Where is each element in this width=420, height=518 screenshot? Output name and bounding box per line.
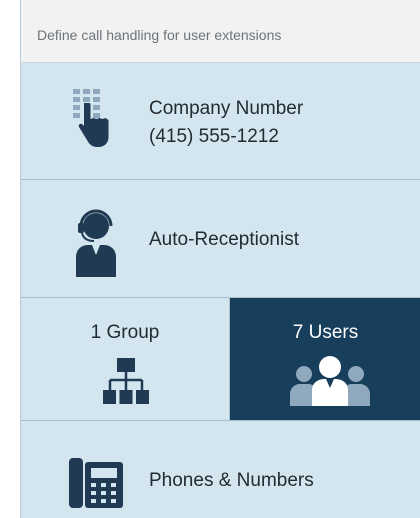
keypad-hand-icon bbox=[71, 87, 123, 154]
groups-tile[interactable]: 1 Group bbox=[21, 298, 230, 421]
headset-person-icon bbox=[74, 209, 118, 282]
auto-receptionist-title: Auto-Receptionist bbox=[149, 229, 299, 250]
desk-phone-icon bbox=[69, 456, 125, 515]
auto-receptionist-item[interactable]: Auto-Receptionist bbox=[21, 180, 420, 298]
company-number-title: Company Number bbox=[149, 98, 304, 119]
users-tile[interactable]: 7 Users bbox=[230, 298, 420, 421]
phones-numbers-title: Phones & Numbers bbox=[149, 470, 314, 491]
panel-header: Define call handling for user extensions bbox=[21, 0, 420, 63]
company-number-item[interactable]: Company Number (415) 555-1212 bbox=[21, 63, 420, 180]
phones-numbers-item[interactable]: Phones & Numbers bbox=[21, 421, 420, 518]
groups-users-row: 1 Group 7 Users bbox=[21, 298, 420, 421]
users-group-icon bbox=[290, 354, 370, 411]
call-handling-panel: Define call handling for user extensions… bbox=[20, 0, 420, 518]
header-text: Define call handling for user extensions bbox=[37, 27, 282, 43]
groups-label: 1 Group bbox=[90, 322, 160, 343]
company-number-value: (415) 555-1212 bbox=[149, 126, 279, 147]
users-label: 7 Users bbox=[292, 322, 359, 343]
org-chart-icon bbox=[103, 358, 149, 411]
